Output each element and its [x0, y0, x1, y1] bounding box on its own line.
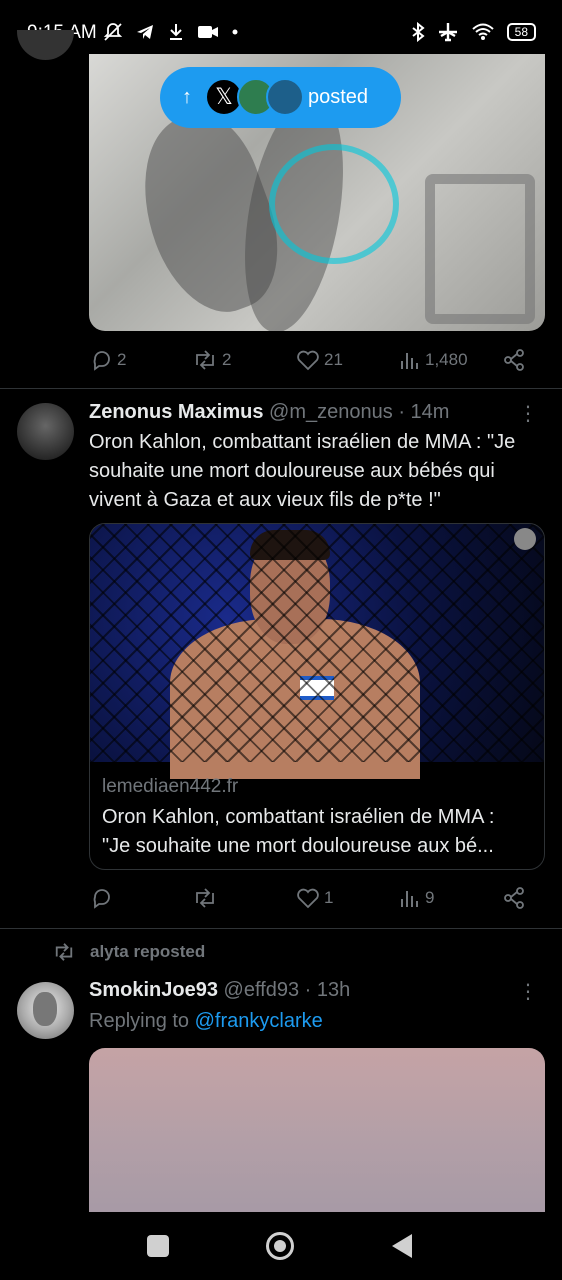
link-card[interactable]: lemediaen442.fr Oron Kahlon, combattant …	[89, 523, 545, 870]
reply-count: 2	[117, 350, 127, 369]
views-button[interactable]: 9	[399, 887, 434, 909]
handle[interactable]: @m_zenonus	[269, 401, 393, 423]
like-count: 21	[324, 350, 343, 369]
view-count: 1,480	[425, 350, 468, 369]
like-button[interactable]: 1	[296, 887, 333, 909]
like-button[interactable]: 21	[296, 349, 343, 371]
dot-icon	[232, 29, 238, 35]
mute-icon	[103, 23, 123, 41]
retweet-icon	[196, 350, 214, 370]
reply-button[interactable]: 2	[91, 349, 126, 371]
views-icon	[401, 353, 418, 369]
handle[interactable]: @effd93	[224, 979, 300, 1001]
system-icons: 58	[411, 22, 536, 42]
view-count: 9	[425, 888, 435, 907]
display-name[interactable]: Zenonus Maximus	[89, 401, 263, 423]
recents-button[interactable]	[147, 1235, 169, 1257]
home-button[interactable]	[266, 1232, 294, 1260]
reply-button[interactable]	[91, 887, 117, 909]
more-options-icon[interactable]: ⋮	[518, 401, 538, 426]
heart-icon	[297, 350, 319, 371]
arrow-up-icon: ↑	[182, 86, 192, 108]
retweet-button[interactable]: 2	[192, 349, 231, 371]
tweet-header: Zenonus Maximus @m_zenonus · 14m	[89, 401, 450, 423]
retweet-icon	[196, 888, 214, 908]
download-icon	[170, 24, 182, 40]
share-icon	[504, 349, 524, 371]
views-icon	[401, 891, 418, 907]
avatar[interactable]	[17, 403, 74, 460]
tweet-text: Oron Kahlon, combattant israélien de MMA…	[89, 431, 516, 511]
tweet-media-image[interactable]	[89, 1048, 545, 1213]
tweet-header: SmokinJoe93 @effd93 · 13h	[89, 979, 351, 1001]
reply-icon	[93, 351, 110, 371]
heart-icon	[297, 888, 319, 909]
views-button[interactable]: 1,480	[399, 349, 468, 371]
timestamp[interactable]: 13h	[317, 979, 350, 1001]
battery-indicator: 58	[506, 23, 536, 41]
wifi-icon	[471, 23, 494, 40]
repost-banner[interactable]: alyta reposted	[52, 942, 205, 962]
new-posts-pill[interactable]: ↑ 𝕏 posted	[160, 67, 401, 128]
retweet-icon	[55, 943, 73, 961]
divider	[0, 388, 562, 389]
more-options-icon[interactable]: ⋮	[518, 979, 538, 1004]
replying-to: Replying to @frankyclarke	[89, 1010, 323, 1032]
system-nav-bar	[0, 1212, 562, 1280]
tweet-actions: 1 9	[89, 883, 529, 913]
avatar	[266, 78, 304, 116]
retweet-button[interactable]	[192, 887, 222, 909]
avatar[interactable]	[17, 982, 74, 1039]
share-button[interactable]	[503, 887, 525, 909]
repost-label: alyta reposted	[90, 942, 206, 961]
tweet-actions: 2 2 21 1,480	[89, 345, 529, 375]
replying-to-link[interactable]: @frankyclarke	[195, 1010, 323, 1032]
retweet-count: 2	[222, 350, 232, 369]
divider	[0, 928, 562, 929]
link-domain: lemediaen442.fr	[102, 776, 239, 797]
like-count: 1	[324, 888, 334, 907]
link-card-image	[90, 524, 544, 779]
display-name[interactable]: SmokinJoe93	[89, 979, 218, 1001]
telegram-icon	[137, 25, 153, 39]
airplane-icon	[438, 23, 457, 42]
timestamp[interactable]: 14m	[411, 401, 450, 423]
notification-icons	[103, 22, 239, 42]
share-button[interactable]	[503, 349, 525, 371]
video-icon	[198, 26, 218, 38]
back-button[interactable]	[392, 1234, 412, 1258]
bluetooth-icon	[412, 22, 425, 42]
reply-icon	[93, 889, 110, 909]
share-icon	[504, 887, 524, 909]
posted-label: posted	[308, 86, 369, 108]
link-title: Oron Kahlon, combattant israélien de MMA…	[102, 806, 495, 857]
